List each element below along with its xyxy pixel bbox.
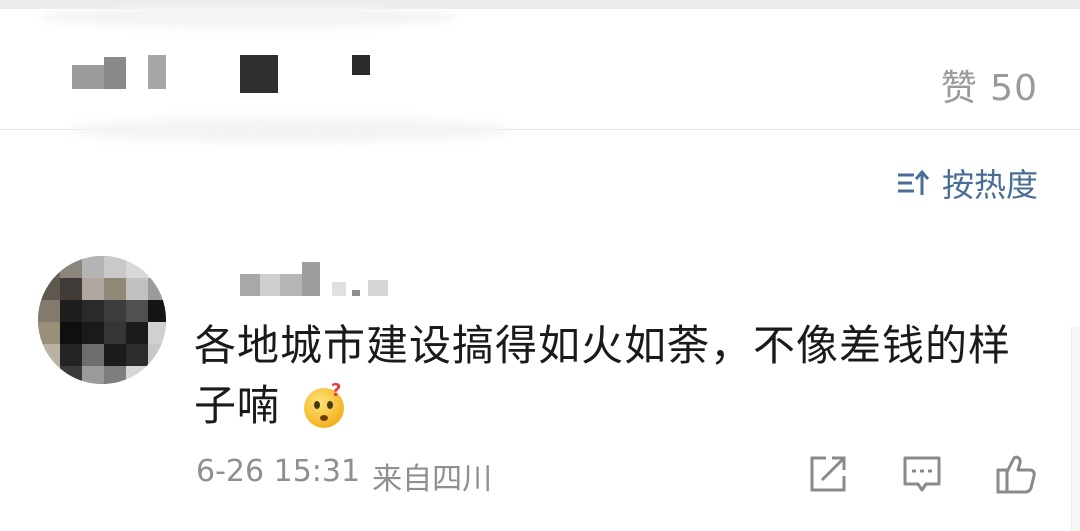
svg-text:?: ?	[331, 382, 342, 401]
redacted-block	[72, 65, 104, 89]
forward-button[interactable]	[806, 452, 850, 500]
thinking-face-icon: ?	[300, 380, 348, 446]
sort-icon	[896, 169, 930, 197]
comment-text: 各地城市建设搞得如火如荼，不像差钱的样子喃 ?	[194, 316, 1024, 446]
likes-summary: 赞 50	[940, 68, 1038, 109]
avatar-pixels	[38, 256, 166, 384]
reply-button[interactable]	[900, 452, 944, 500]
post-header: 赞 50	[0, 9, 1080, 130]
redacted-block	[240, 55, 278, 93]
redacted-block	[104, 57, 126, 89]
comment-date: 6-26 15:31	[196, 454, 361, 489]
redacted-block	[148, 55, 166, 89]
comment-meta: 6-26 15:31 来自四川	[196, 454, 492, 498]
forward-icon	[810, 456, 846, 492]
comment-screen: 赞 50 按热度 各地城市建设搞得如火如荼，不像差钱的样子喃 ? 6-26 15…	[0, 0, 1080, 531]
sort-by-hot-button[interactable]: 按热度	[896, 160, 1038, 206]
like-button[interactable]	[994, 452, 1038, 500]
like-icon	[996, 455, 1036, 494]
header-bottom-shadow	[70, 118, 510, 142]
scrollbar[interactable]	[1071, 327, 1080, 531]
comment-source: 来自四川	[372, 462, 493, 497]
avatar[interactable]	[38, 256, 166, 384]
username-redacted[interactable]	[240, 260, 390, 298]
comment-icon	[903, 456, 941, 492]
sort-label: 按热度	[941, 166, 1038, 204]
redacted-block	[352, 55, 370, 75]
